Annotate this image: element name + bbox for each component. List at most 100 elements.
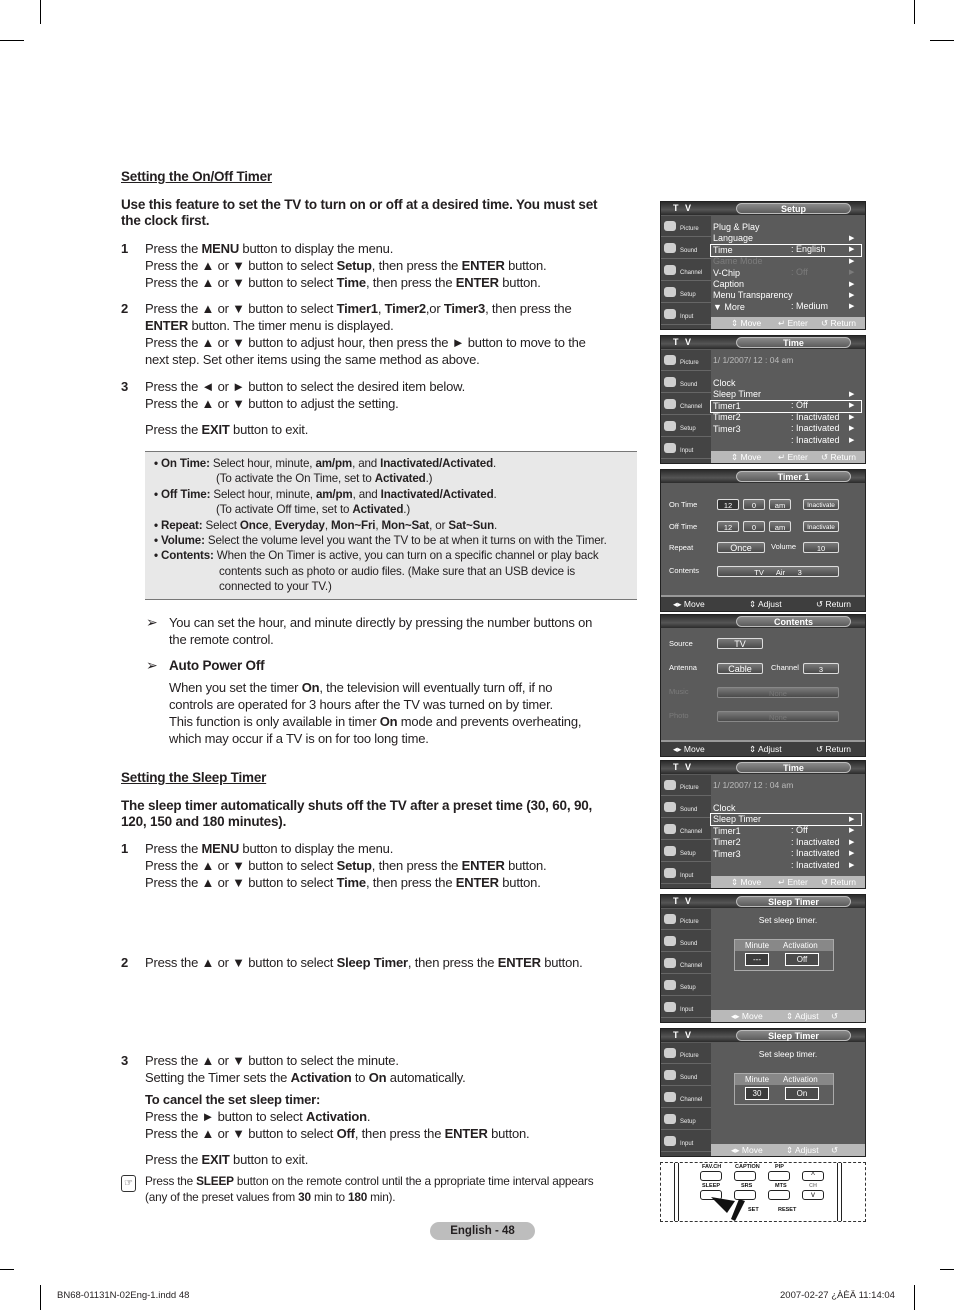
sidebar-item-label: Sound	[680, 382, 698, 388]
exit-instruction: Press the EXIT button to exit.	[145, 421, 308, 438]
sidebar-item-channel[interactable]: Channel	[661, 954, 711, 974]
tv-label: T V	[673, 203, 694, 213]
ampm-field[interactable]: am	[769, 499, 791, 510]
crop-mark	[914, 1285, 915, 1310]
menu-item[interactable]: Timer1: Inactivated ▶	[711, 826, 861, 847]
footer-hint: ↺ Return	[821, 877, 856, 887]
sidebar-item-channel[interactable]: Channel	[661, 1088, 711, 1108]
menu-item[interactable]: Timer3: Inactivated ▶	[711, 849, 861, 870]
sidebar-item-input[interactable]: Input	[661, 998, 711, 1018]
input-icon	[664, 868, 676, 878]
sidebar-item-picture[interactable]: Picture	[661, 776, 711, 796]
text: When you set the timer	[169, 680, 302, 695]
menu-item[interactable]: Sleep Timer: Off ▶	[710, 813, 862, 835]
sidebar-item-input[interactable]: Input	[661, 439, 711, 459]
channel-up-button[interactable]: ^	[802, 1171, 824, 1181]
menu-item[interactable]: Sleep Timer: Off ▶	[711, 389, 861, 410]
minute-field[interactable]: ---	[745, 953, 769, 966]
repeat-field[interactable]: Once	[717, 542, 765, 553]
hour-field[interactable]: 12	[717, 499, 739, 510]
pip-button[interactable]	[768, 1171, 790, 1181]
activation-field[interactable]: On	[785, 1087, 819, 1100]
step-number: 3	[121, 379, 129, 394]
menu-item[interactable]: Clock ▶	[711, 803, 861, 823]
sidebar-item-label: Picture	[680, 785, 699, 791]
sidebar-item-setup[interactable]: Setup	[661, 283, 711, 303]
sidebar-item-picture[interactable]: Picture	[661, 1044, 711, 1064]
note-line: • On Time: Select hour, minute, am/pm, a…	[154, 456, 496, 471]
footer-hint: ⇕ Move	[731, 318, 762, 328]
menu-item[interactable]: Language: English ▶	[711, 233, 861, 254]
sidebar-item-channel[interactable]: Channel	[661, 820, 711, 840]
contents-field[interactable]: TV Air 3	[717, 566, 839, 577]
note-hand-icon: ☞	[121, 1175, 136, 1192]
text: Press the ► button to select	[145, 1109, 306, 1124]
sidebar-item-setup[interactable]: Setup	[661, 976, 711, 996]
menu-item[interactable]: Plug & Play ▶	[711, 222, 861, 242]
bold-text: MENU	[201, 841, 240, 856]
channel-down-button[interactable]: v	[802, 1190, 824, 1200]
volume-field[interactable]: 10	[803, 542, 839, 553]
activation-field[interactable]: Inactivate	[803, 499, 839, 510]
source-field[interactable]: TV	[717, 638, 763, 649]
menu-item[interactable]: Caption ▶	[711, 279, 861, 299]
crop-mark	[0, 1269, 14, 1270]
activation-field[interactable]: Inactivate	[803, 521, 839, 532]
sidebar-item-sound[interactable]: Sound	[661, 239, 711, 259]
sidebar-item-setup[interactable]: Setup	[661, 417, 711, 437]
sidebar-item-sound[interactable]: Sound	[661, 1066, 711, 1086]
text: Select hour, minute,	[210, 487, 316, 501]
crop-mark	[40, 1285, 41, 1310]
text: , then press the	[365, 275, 456, 290]
menu-item[interactable]: Timer2: Inactivated ▶	[711, 837, 861, 858]
sidebar-item-channel[interactable]: Channel	[661, 261, 711, 281]
step-number: 3	[121, 1053, 129, 1068]
text: Press the ◄ or ► button to select the de…	[145, 379, 465, 394]
menu-item-label: Sleep Timer	[713, 389, 762, 400]
menu-item[interactable]: Timer1: Inactivated ▶	[710, 399, 862, 422]
ampm-field[interactable]: am	[769, 521, 791, 532]
channel-field[interactable]: 3	[803, 663, 839, 674]
sidebar-item-label: Setup	[680, 1119, 696, 1125]
sidebar-item-picture[interactable]: Picture	[661, 910, 711, 930]
menu-item-label: Timer2	[713, 837, 741, 848]
sidebar-item-input[interactable]: Input	[661, 864, 711, 884]
footer-hint: ⇕ Adjust	[786, 1011, 819, 1021]
menu-item[interactable]: Clock ▶	[711, 378, 861, 398]
menu-item[interactable]: Menu Transparency: Medium ▶	[711, 290, 861, 311]
sidebar-item-setup[interactable]: Setup	[661, 842, 711, 862]
activation-field[interactable]: Off	[785, 953, 819, 966]
sidebar-item-sound[interactable]: Sound	[661, 373, 711, 393]
minute-field[interactable]: 0	[743, 499, 765, 510]
sidebar-item-picture[interactable]: Picture	[661, 351, 711, 371]
menu-item[interactable]: ▼ More	[711, 302, 861, 313]
antenna-field[interactable]: Cable	[717, 663, 763, 674]
sidebar-item-label: Input	[680, 448, 694, 454]
menu-item[interactable]: Timer2: Inactivated ▶	[711, 412, 861, 433]
sidebar-item-input[interactable]: Input	[661, 1132, 711, 1152]
caption-button[interactable]	[734, 1171, 756, 1181]
minute-field[interactable]: 30	[745, 1087, 769, 1100]
sidebar-item-channel[interactable]: Channel	[661, 395, 711, 415]
text: Press the ▲ or ▼ button to select	[145, 1126, 337, 1141]
menu-item[interactable]: Time ▶	[710, 243, 862, 265]
mts-button[interactable]	[768, 1190, 790, 1200]
fav-ch-button[interactable]	[700, 1171, 722, 1181]
text: button to display the menu.	[239, 241, 394, 256]
menu-item-value: : Inactivated	[791, 434, 840, 445]
text: Press the	[145, 241, 202, 256]
sidebar-item-picture[interactable]: Picture	[661, 217, 711, 237]
minute-field[interactable]: 0	[743, 521, 765, 532]
hour-field[interactable]: 12	[717, 521, 739, 532]
text: (any of the preset values from	[145, 1190, 299, 1204]
sidebar-item-input[interactable]: Input	[661, 305, 711, 325]
sidebar-item-setup[interactable]: Setup	[661, 1110, 711, 1130]
text-line: This function is only available in timer…	[169, 713, 581, 730]
text: Press the ▲ or ▼ button to select	[145, 858, 337, 873]
tv-label: T V	[673, 1030, 694, 1040]
menu-item[interactable]: Timer3: Inactivated ▶	[711, 424, 861, 445]
menu-item[interactable]: V-Chip ▶	[711, 268, 861, 288]
tv-menu-sidebar: Picture Sound Channel Setup Input	[661, 1043, 711, 1156]
sidebar-item-sound[interactable]: Sound	[661, 798, 711, 818]
sidebar-item-sound[interactable]: Sound	[661, 932, 711, 952]
